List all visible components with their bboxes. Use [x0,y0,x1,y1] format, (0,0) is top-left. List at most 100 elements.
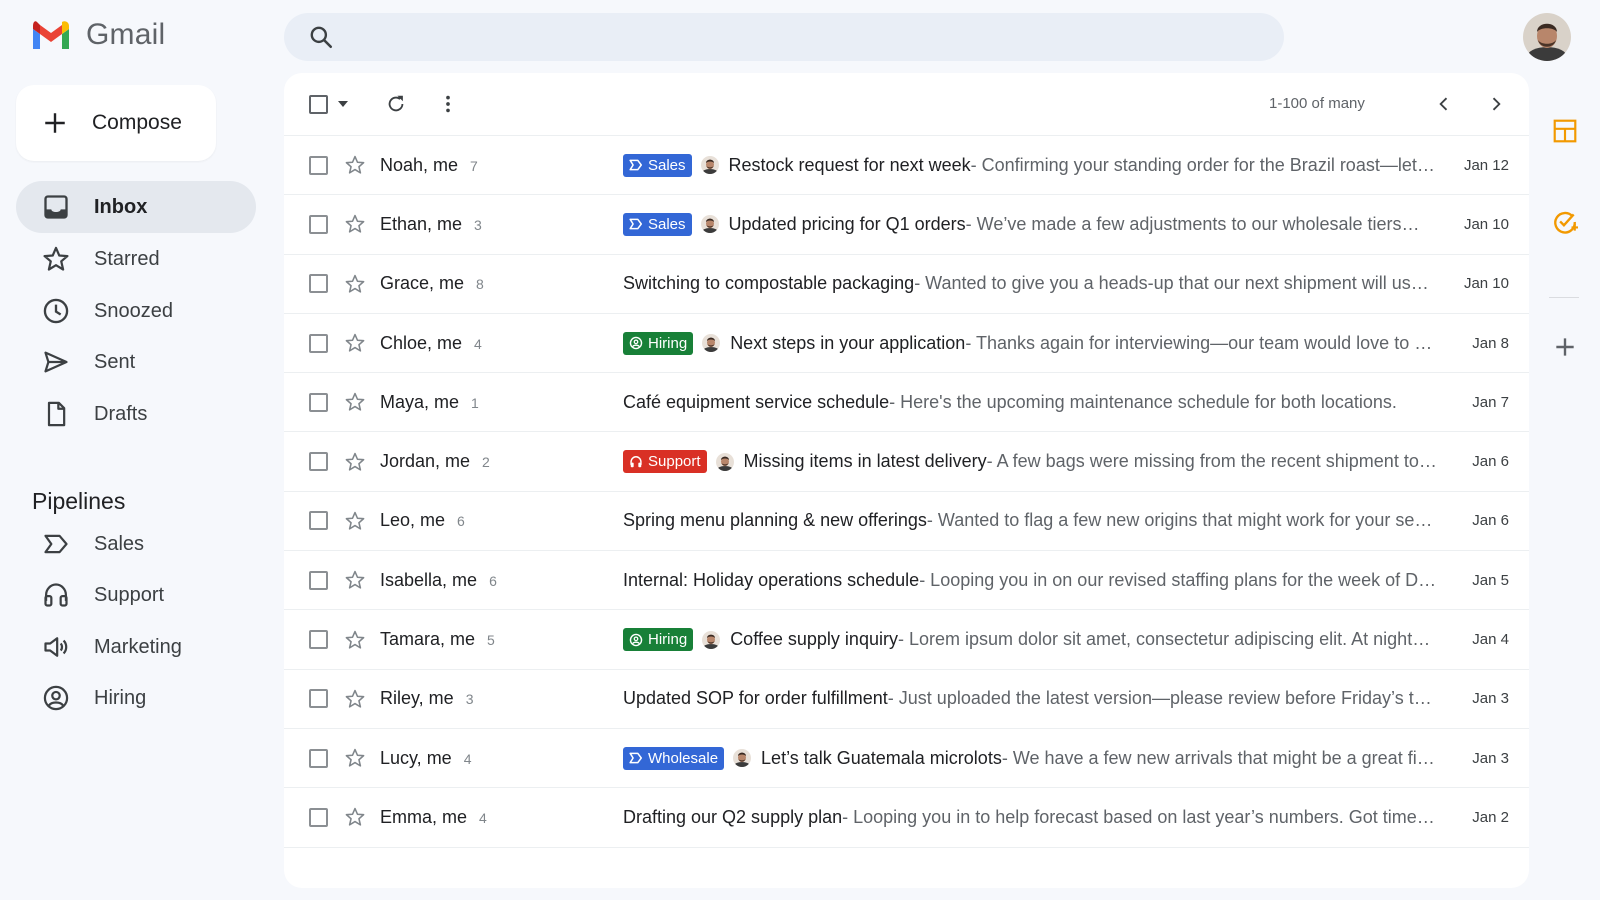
email-snippet: - Looping you in to help forecast based … [842,806,1437,827]
select-all-checkbox[interactable] [309,95,328,114]
thread-count: 6 [457,513,465,530]
account-avatar[interactable] [1523,13,1571,61]
row-checkbox[interactable] [309,511,328,531]
thread-count: 4 [474,335,482,352]
label-chip[interactable]: Hiring [623,331,694,355]
email-date: Jan 3 [1472,749,1509,767]
chevron-down-icon[interactable] [338,101,348,107]
thread-count: 7 [470,157,478,174]
nav-item-inbox[interactable]: Inbox [16,181,256,233]
gmail-logo[interactable]: Gmail [30,18,165,52]
label-chip-text: Hiring [648,631,688,649]
row-checkbox[interactable] [309,274,328,294]
nav-item-snoozed[interactable]: Snoozed [16,285,256,337]
layout-icon[interactable] [1552,118,1578,144]
sender-name: Noah, me 7 [380,155,478,176]
email-row[interactable]: Maya, me 1 Café equipment service schedu… [284,373,1529,433]
nav-item-starred[interactable]: Starred [16,233,256,285]
email-row[interactable]: Tamara, me 5 Hiring Coffee supply inquir… [284,610,1529,670]
label-chip[interactable]: Sales [623,153,692,177]
email-row[interactable]: Ethan, me 3 Sales Updated pricing for Q1… [284,195,1529,255]
star-icon[interactable] [344,332,366,354]
star-icon[interactable] [344,629,366,651]
chevron-left-icon[interactable] [1434,94,1454,114]
thread-count: 3 [474,216,482,233]
email-subject: Café equipment service schedule [623,391,890,412]
refresh-icon[interactable] [385,93,407,115]
email-content: Sales Restock request for next week - Co… [623,153,1437,177]
chevron-right-icon[interactable] [1486,94,1506,114]
row-checkbox[interactable] [309,630,328,650]
nav-item-support[interactable]: Support [16,569,256,621]
label-arrow-icon [629,159,643,171]
email-row[interactable]: Emma, me 4 Drafting our Q2 supply plan -… [284,788,1529,848]
nav-label: Starred [94,247,160,270]
row-checkbox[interactable] [309,807,328,827]
star-icon[interactable] [344,747,366,769]
row-checkbox[interactable] [309,214,328,234]
email-date: Jan 10 [1463,275,1509,293]
star-icon[interactable] [344,569,366,591]
email-row[interactable]: Leo, me 6 Spring menu planning & new off… [284,492,1529,552]
email-row[interactable]: Lucy, me 4 Wholesale Let’s talk Guatemal… [284,729,1529,789]
nav-item-drafts[interactable]: Drafts [16,388,256,440]
search-input[interactable] [348,28,1284,46]
label-chip-text: Wholesale [648,749,719,767]
star-icon[interactable] [344,154,366,176]
star-icon[interactable] [344,273,366,295]
compose-button[interactable]: Compose [16,85,216,161]
star-icon[interactable] [344,510,366,532]
sender-text: Tamara, me [380,629,476,650]
person-circle-icon [629,633,643,646]
email-subject: Updated SOP for order fulfillment [623,688,888,709]
email-snippet: - Thanks again for interviewing—our team… [965,332,1437,353]
email-snippet: - Looping you in on our revised staffing… [919,569,1437,590]
sender-name: Ethan, me 3 [380,214,482,235]
email-snippet: - Wanted to flag a few new origins that … [926,510,1437,531]
row-checkbox[interactable] [309,748,328,768]
email-date: Jan 5 [1472,571,1509,589]
label-chip[interactable]: Support [623,450,707,474]
thread-count: 4 [479,809,487,826]
star-icon[interactable] [344,213,366,235]
email-row[interactable]: Chloe, me 4 Hiring Next steps in your ap… [284,314,1529,374]
more-vert-icon[interactable] [437,93,459,115]
search-bar[interactable] [284,13,1284,61]
email-subject: Restock request for next week [728,154,971,175]
nav-item-sent[interactable]: Sent [16,336,256,388]
row-checkbox[interactable] [309,333,328,353]
search-icon[interactable] [308,24,334,50]
label-chip[interactable]: Hiring [623,628,694,652]
sender-name: Grace, me 8 [380,273,484,294]
sender-name: Leo, me 6 [380,510,465,531]
row-checkbox[interactable] [309,452,328,472]
row-checkbox[interactable] [309,689,328,709]
email-row[interactable]: Noah, me 7 Sales Restock request for nex… [284,136,1529,196]
nav-item-marketing[interactable]: Marketing [16,621,256,673]
sender-name: Riley, me 3 [380,688,473,709]
row-checkbox[interactable] [309,392,328,412]
star-icon[interactable] [344,391,366,413]
nav-item-hiring[interactable]: Hiring [16,672,256,724]
label-chip[interactable]: Wholesale [623,746,725,770]
email-date: Jan 10 [1463,215,1509,233]
task-icon[interactable] [1552,209,1578,235]
email-row[interactable]: Jordan, me 2 Support Missing items in la… [284,432,1529,492]
star-icon[interactable] [344,806,366,828]
email-content: Hiring Coffee supply inquiry - Lorem ips… [623,628,1437,652]
person-circle-icon [629,336,643,350]
star-icon[interactable] [344,688,366,710]
star-icon[interactable] [344,451,366,473]
email-row[interactable]: Riley, me 3 Updated SOP for order fulfil… [284,670,1529,729]
row-checkbox[interactable] [309,570,328,590]
pipelines-heading: Pipelines [32,488,126,514]
nav-item-sales[interactable]: Sales [16,518,256,570]
email-row[interactable]: Isabella, me 6 Internal: Holiday operati… [284,551,1529,611]
row-checkbox[interactable] [309,155,328,175]
add-icon[interactable] [1552,334,1578,360]
compose-label: Compose [92,111,182,134]
email-date: Jan 2 [1472,808,1509,826]
label-chip-text: Support [648,453,701,471]
email-row[interactable]: Grace, me 8 Switching to compostable pac… [284,255,1529,314]
label-chip[interactable]: Sales [623,212,692,236]
